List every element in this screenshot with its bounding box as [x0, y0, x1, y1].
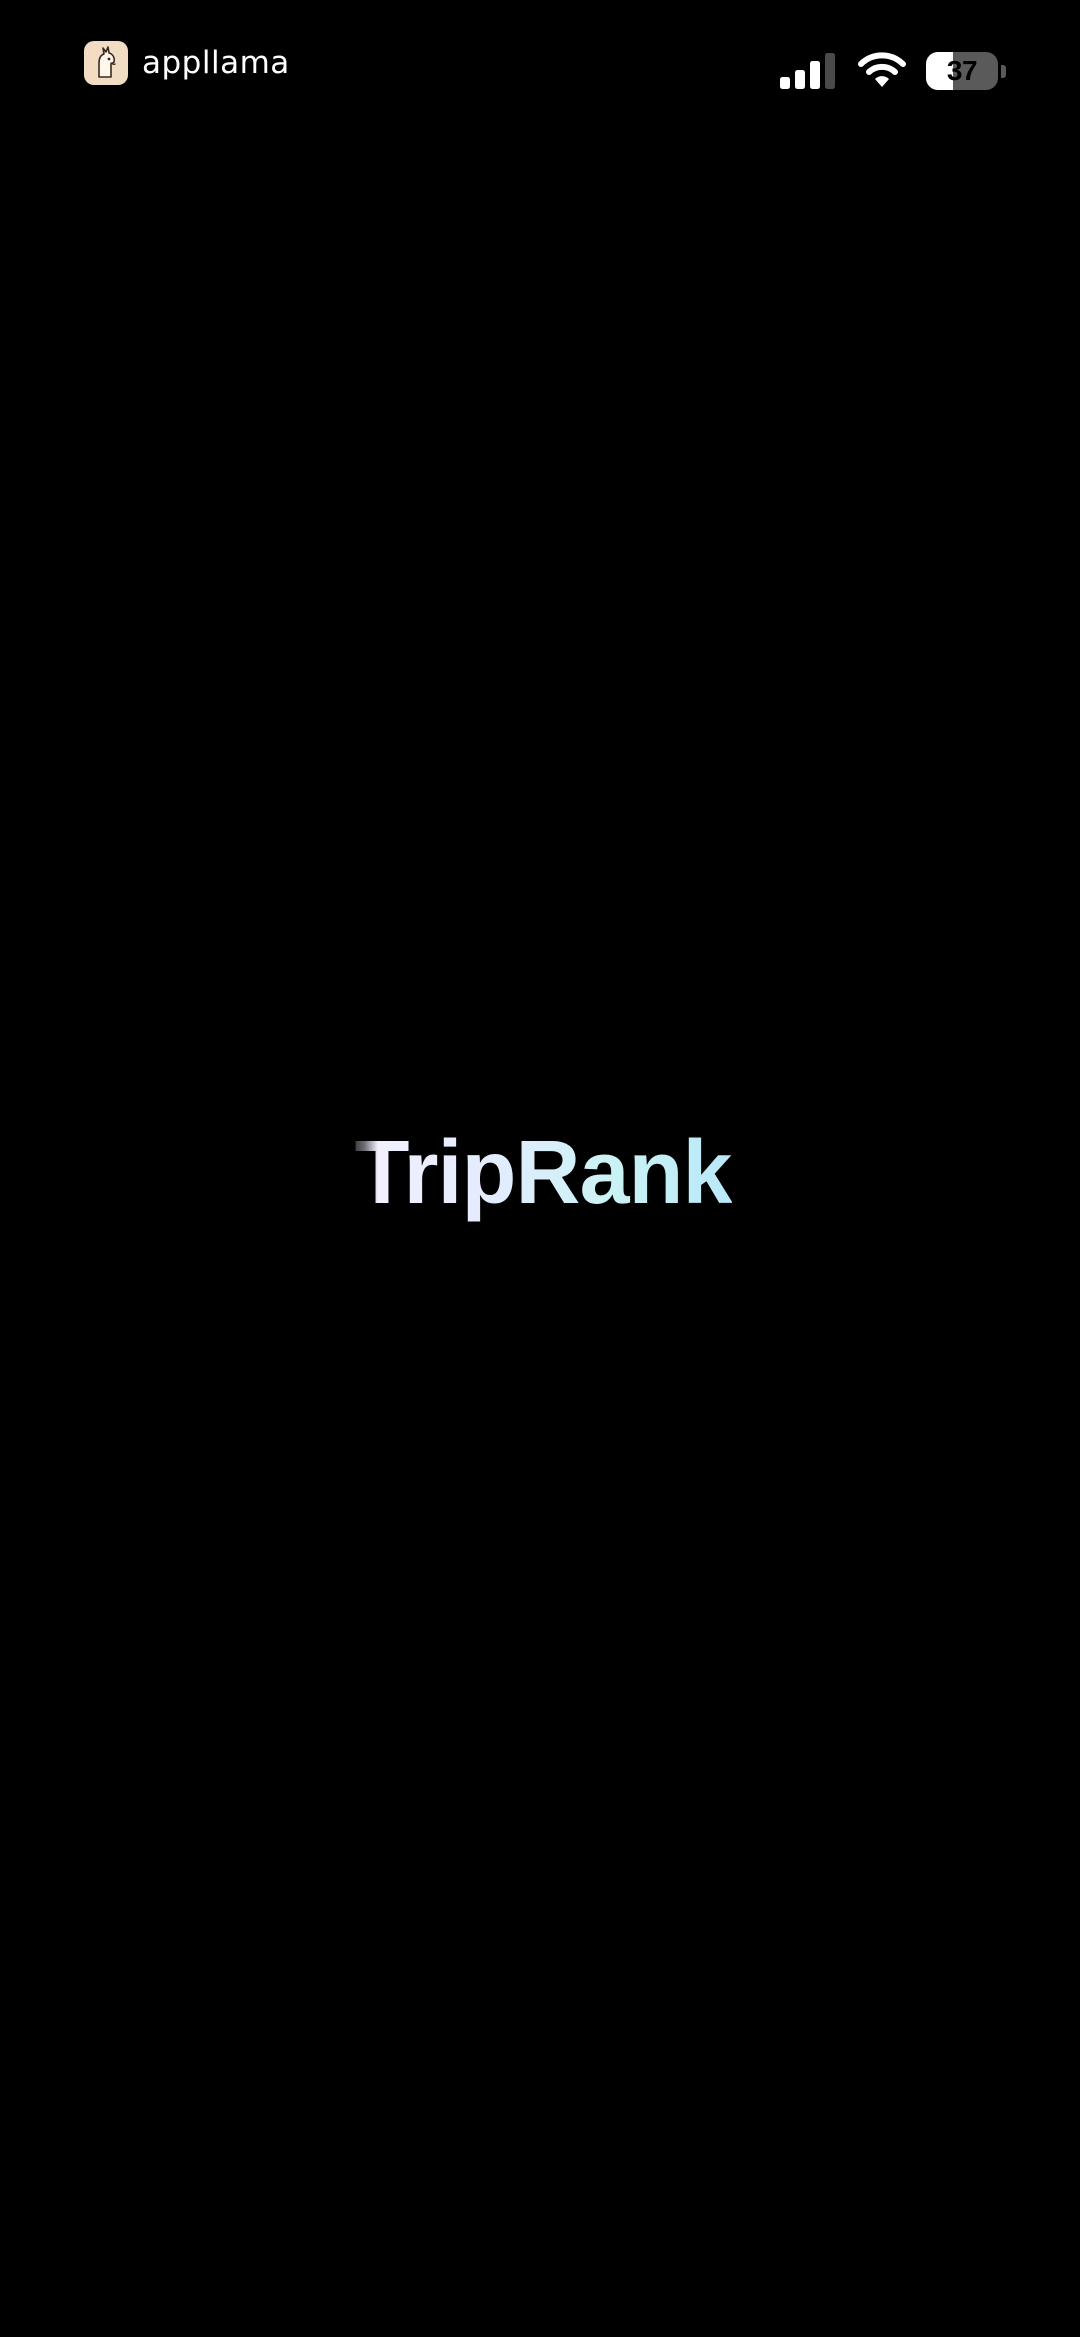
cellular-signal-icon — [780, 53, 835, 89]
splash-screen: TripRank — [0, 1118, 1080, 1228]
battery-body: 37 — [926, 52, 998, 90]
battery-tip — [1001, 64, 1006, 78]
app-name: TripRank — [354, 1123, 732, 1223]
app-logo: TripRank — [344, 1118, 733, 1228]
logo-reveal-mask — [344, 1138, 379, 1210]
wifi-icon — [858, 52, 906, 87]
brand-name: appllama — [142, 45, 290, 81]
battery-level: 37 — [946, 55, 978, 86]
battery-icon: 37 — [926, 52, 1006, 90]
brand: appllama — [84, 40, 290, 86]
llama-icon — [84, 41, 128, 85]
status-indicators: 37 — [780, 48, 1006, 94]
status-bar: appllama 37 — [0, 0, 1080, 140]
